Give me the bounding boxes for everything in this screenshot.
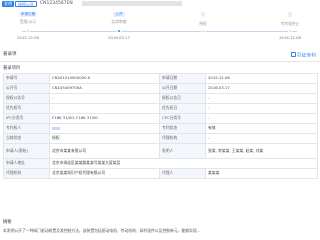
timeline-badge: 申请日期 xyxy=(18,12,38,17)
timeline-dot-active xyxy=(117,29,121,33)
table-row: 优先权号 - 优先权日 - xyxy=(3,103,318,114)
table-row: 申请人地址 北京市海淀区某某路某某号某某大厦某层 xyxy=(3,158,318,169)
field-label: 申请日期 xyxy=(159,73,206,84)
field-label: 公开号 xyxy=(3,83,50,94)
field-label: 公开日期 xyxy=(159,83,206,94)
timeline-status: 实质审查 xyxy=(111,19,127,24)
timeline-date: 2016.12.08 xyxy=(279,35,301,40)
table-row: 专利权人 专利状态 有效 xyxy=(3,123,318,134)
field-value: 某某某 xyxy=(205,168,318,179)
table-row: 申请人(原始) 北京市某某有限公司 发明人 张某, 李某某, 王某某, 赵某, … xyxy=(3,143,318,159)
field-label: 发明人 xyxy=(159,143,206,159)
field-value: - xyxy=(205,93,318,104)
field-value: 有效 xyxy=(205,123,318,134)
section-header: 著录项 引证专利 xyxy=(0,50,320,62)
timeline-status: 受理/公示 xyxy=(19,19,37,24)
field-value: - xyxy=(205,113,318,124)
table-row: 申请号 CN201510900000.X 申请日期 2015.12.08 xyxy=(3,73,318,84)
field-label: CPC分类号 xyxy=(159,113,206,124)
timeline-date: 2015.12.08 xyxy=(17,35,39,40)
timeline-status: 授权 xyxy=(199,21,207,26)
field-value: CN201510900000.X xyxy=(49,73,160,84)
table-row: 授权公告号 - 授权公告日 - xyxy=(3,93,318,104)
field-value: - xyxy=(205,133,318,144)
timeline-badge: 公开 xyxy=(113,12,125,17)
timeline-step-filing[interactable]: 申请日期 受理/公示 2015.12.08 xyxy=(3,12,53,40)
sub-section-title: 著录项目 xyxy=(3,66,21,71)
agency-link[interactable]: 北京某某知识产权代理有限公司 xyxy=(49,168,160,179)
field-value-link[interactable]: 授权 xyxy=(49,133,160,144)
timeline-step-grant[interactable]: 授权 xyxy=(178,12,228,33)
field-value: CN105409700A xyxy=(49,83,160,94)
timeline-step-publication[interactable]: 公开 实质审查 2016.03.17 xyxy=(94,12,144,40)
abstract-title: 摘要 xyxy=(3,220,12,225)
field-label: 代理机构 xyxy=(3,168,50,179)
field-label: 申请号 xyxy=(3,73,50,84)
field-value: - xyxy=(205,103,318,114)
bibliographic-table: 申请号 CN201510900000.X 申请日期 2015.12.08 公开号… xyxy=(3,73,318,179)
header-bar: 发明 授权公告 CN1234567EN xyxy=(0,0,320,8)
citation-action[interactable]: 引证专利 xyxy=(290,52,316,60)
citation-icon xyxy=(290,52,296,57)
inventors-value: 张某, 李某某, 王某某, 赵某, 刘某 xyxy=(205,143,318,159)
timeline-line xyxy=(22,31,297,32)
abstract-text: 本发明公开了一种阀门驱动装置及其控制方法，该装置包括驱动电机、传动机构、阀杆组件… xyxy=(3,228,201,233)
field-label: 专利状态 xyxy=(159,123,206,134)
field-label: 授权公告号 xyxy=(3,93,50,104)
address-value: 北京市海淀区某某路某某号某某大厦某层 xyxy=(49,158,318,169)
timeline-status: 专利权终止 xyxy=(280,21,300,26)
citation-label: 引证专利 xyxy=(296,53,316,59)
timeline-dot xyxy=(288,29,292,33)
timeline-step-expiry[interactable]: 专利权终止 2016.12.08 xyxy=(265,12,315,40)
field-value-bar xyxy=(49,123,160,134)
timeline-badge xyxy=(288,12,292,17)
patent-number: CN1234567EN xyxy=(40,1,73,6)
field-value: 2015.12.08 xyxy=(205,73,318,84)
field-label: 代理人 xyxy=(159,168,206,179)
timeline-badge xyxy=(201,12,205,17)
field-value: F16K 31/00; F16K 37/00 xyxy=(49,113,160,124)
field-label: IPC分类号 xyxy=(3,113,50,124)
timeline-dot xyxy=(26,29,30,33)
applicant-link[interactable]: 北京市某某有限公司 xyxy=(49,143,160,159)
timeline-dot xyxy=(201,29,205,33)
field-value: - xyxy=(49,93,160,104)
field-label: 授权公告日 xyxy=(159,93,206,104)
field-label: 专利权人 xyxy=(3,123,50,134)
field-value: - xyxy=(49,103,160,114)
status-tag[interactable]: 授权公告 xyxy=(15,1,37,7)
table-row: 公开号 CN105409700A 公开日期 2016.03.17 xyxy=(3,83,318,94)
field-value: 2016.03.17 xyxy=(205,83,318,94)
table-row: 代理机构 北京某某知识产权代理有限公司 代理人 某某某 xyxy=(3,168,318,179)
field-label: 优先权日 xyxy=(159,103,206,114)
timeline-date: 2016.03.17 xyxy=(108,35,130,40)
table-row: 当前状态 授权 代理机构 - xyxy=(3,133,318,144)
field-label: 申请人地址 xyxy=(3,158,50,169)
table-row: IPC分类号 F16K 31/00; F16K 37/00 CPC分类号 - xyxy=(3,113,318,124)
field-label: 代理机构 xyxy=(159,133,206,144)
field-label: 优先权号 xyxy=(3,103,50,114)
field-label: 当前状态 xyxy=(3,133,50,144)
redacted-title-bar xyxy=(82,1,182,6)
redacted-bar xyxy=(52,126,60,130)
section-title: 著录项 xyxy=(3,52,17,57)
legal-status-timeline: 申请日期 受理/公示 2015.12.08 公开 实质审查 2016.03.17… xyxy=(0,12,320,46)
field-label: 申请人(原始) xyxy=(3,143,50,159)
patent-type-tag[interactable]: 发明 xyxy=(2,1,14,7)
